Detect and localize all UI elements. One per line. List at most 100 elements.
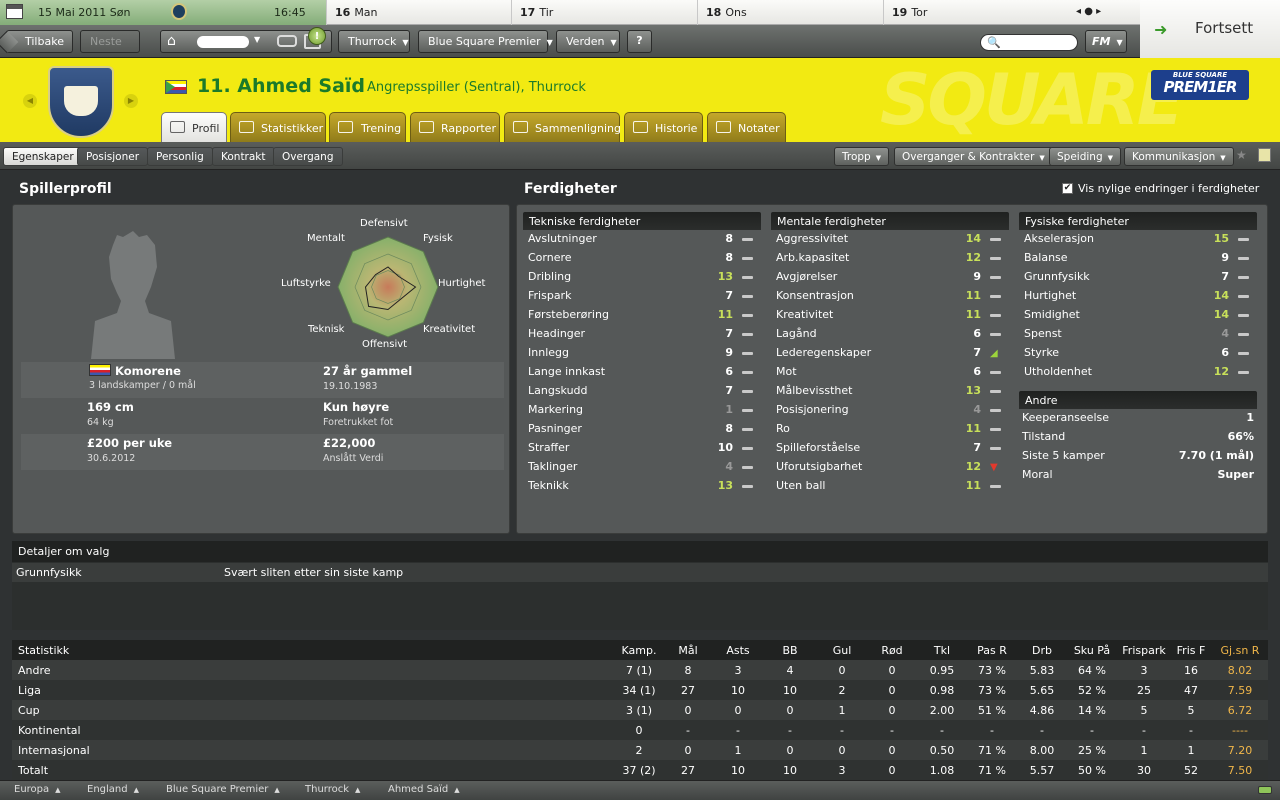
- status-indicator-icon[interactable]: [1258, 786, 1272, 794]
- home-button-group[interactable]: ⌂ ▼: [160, 30, 332, 53]
- attribute-row[interactable]: Markering 1: [523, 401, 761, 420]
- table-header-cell[interactable]: Kamp.: [612, 644, 666, 657]
- breadcrumb-item[interactable]: Ahmed Saïd ▲: [388, 784, 460, 795]
- next-button[interactable]: Neste: [80, 30, 140, 53]
- attribute-row[interactable]: Lagånd 6: [771, 325, 1009, 344]
- attribute-row[interactable]: Utholdenhet 12: [1019, 363, 1257, 382]
- attribute-row[interactable]: Ro 11: [771, 420, 1009, 439]
- table-header-cell[interactable]: Pas R: [967, 644, 1017, 657]
- tab-statistikker[interactable]: Statistikker: [230, 112, 326, 142]
- league-logo[interactable]: BLUE SQUARE PREM1ER: [1151, 70, 1249, 100]
- attribute-row[interactable]: Mot 6: [771, 363, 1009, 382]
- attribute-row[interactable]: Frispark 7: [523, 287, 761, 306]
- back-button[interactable]: Tilbake: [6, 30, 73, 53]
- fm-menu-button[interactable]: FM ▼: [1085, 30, 1127, 53]
- tab-notater[interactable]: Notater: [707, 112, 786, 142]
- communication-dropdown[interactable]: Kommunikasjon ▼: [1124, 147, 1234, 166]
- attribute-row[interactable]: Kreativitet 11: [771, 306, 1009, 325]
- table-header-cell[interactable]: Sku På: [1068, 644, 1116, 657]
- attribute-row[interactable]: Grunnfysikk 7: [1019, 268, 1257, 287]
- attribute-row[interactable]: Styrke 6: [1019, 344, 1257, 363]
- add-note-icon[interactable]: [1258, 148, 1271, 162]
- calendar-day[interactable]: 18 Ons: [697, 0, 883, 25]
- attribute-row[interactable]: Hurtighet 14: [1019, 287, 1257, 306]
- attribute-row[interactable]: Avslutninger 8: [523, 230, 761, 249]
- league-dropdown[interactable]: Blue Square Premier ▼: [418, 30, 553, 53]
- world-dropdown[interactable]: Verden ▼: [556, 30, 620, 53]
- attribute-row[interactable]: Headinger 7: [523, 325, 761, 344]
- calendar-day[interactable]: 17 Tir: [511, 0, 697, 25]
- attribute-row[interactable]: Førsteberøring 11: [523, 306, 761, 325]
- transfers-contracts-dropdown[interactable]: Overganger & Kontrakter ▼: [894, 147, 1053, 166]
- attribute-row[interactable]: Innlegg 9: [523, 344, 761, 363]
- calendar-navigation[interactable]: ◂ ● ▸: [1076, 0, 1136, 25]
- home-icon[interactable]: ⌂: [167, 33, 185, 50]
- previous-club-arrow-icon[interactable]: ◀: [23, 94, 37, 108]
- table-row[interactable]: Totalt 37 (2) 27 10 10 3 0 1.08 71 % 5.57 50 % 30 52…: [12, 760, 1268, 780]
- breadcrumb-item[interactable]: Blue Square Premier ▲: [166, 784, 280, 795]
- breadcrumb-item[interactable]: Thurrock ▲: [305, 784, 360, 795]
- attribute-row[interactable]: Aggressivitet 14: [771, 230, 1009, 249]
- attribute-row[interactable]: Teknikk 13: [523, 477, 761, 496]
- calendar-icon[interactable]: [6, 4, 23, 19]
- next-club-arrow-icon[interactable]: ▶: [124, 94, 138, 108]
- squad-dropdown[interactable]: Tropp ▼: [834, 147, 890, 166]
- table-header-cell[interactable]: Statistikk: [18, 644, 69, 657]
- attribute-row[interactable]: Smidighet 14: [1019, 306, 1257, 325]
- subtab-personlig[interactable]: Personlig: [147, 147, 213, 166]
- table-header-cell[interactable]: Fris F: [1170, 644, 1212, 657]
- club-dropdown[interactable]: Thurrock ▼: [338, 30, 410, 53]
- subtab-kontrakt[interactable]: Kontrakt: [212, 147, 275, 166]
- attribute-row[interactable]: Spilleforståelse 7: [771, 439, 1009, 458]
- attribute-row[interactable]: Cornere 8: [523, 249, 761, 268]
- attribute-row[interactable]: Uforutsigbarhet 12 ▼: [771, 458, 1009, 477]
- attribute-row[interactable]: Målbevissthet 13: [771, 382, 1009, 401]
- scouting-dropdown[interactable]: Speiding ▼: [1049, 147, 1121, 166]
- search-input[interactable]: 🔍: [980, 34, 1078, 51]
- attribute-row[interactable]: Pasninger 8: [523, 420, 761, 439]
- news-alert-icon[interactable]: !: [308, 27, 326, 45]
- attribute-row[interactable]: Taklinger 4: [523, 458, 761, 477]
- attribute-row[interactable]: Dribling 13: [523, 268, 761, 287]
- attribute-row[interactable]: Balanse 9: [1019, 249, 1257, 268]
- table-row[interactable]: Cup 3 (1) 0 0 0 1 0 2.00 51 % 4.86 14 % 5 5 6.72: [12, 700, 1268, 720]
- club-crest[interactable]: [48, 66, 114, 138]
- travel-icon[interactable]: [277, 35, 297, 47]
- attribute-row[interactable]: Langskudd 7: [523, 382, 761, 401]
- attribute-row[interactable]: Straffer 10: [523, 439, 761, 458]
- table-row[interactable]: Kontinental 0- - - - - - - - - - - ----: [12, 720, 1268, 740]
- continue-button[interactable]: ➜ Fortsett: [1140, 0, 1280, 58]
- breadcrumb-item[interactable]: England ▲: [87, 784, 139, 795]
- subtab-overgang[interactable]: Overgang: [273, 147, 343, 166]
- table-row[interactable]: Liga 34 (1) 27 10 10 2 0 0.98 73 % 5.65 52 % 25 47 7.…: [12, 680, 1268, 700]
- table-header-cell[interactable]: Rød: [872, 644, 912, 657]
- chevron-down-icon[interactable]: ▼: [254, 35, 260, 44]
- tab-profil[interactable]: Profil: [161, 112, 227, 142]
- tab-trening[interactable]: Trening: [329, 112, 406, 142]
- table-header-cell[interactable]: Drb: [1020, 644, 1064, 657]
- table-header-cell[interactable]: Asts: [718, 644, 758, 657]
- attribute-row[interactable]: Spenst 4: [1019, 325, 1257, 344]
- table-header-cell[interactable]: Gul: [822, 644, 862, 657]
- current-date-panel[interactable]: 15 Mai 2011 Søn 16:45: [0, 0, 326, 25]
- star-icon[interactable]: ★: [1236, 148, 1247, 162]
- help-button[interactable]: ?: [627, 30, 652, 53]
- calendar-day[interactable]: 19 Tor: [883, 0, 1076, 25]
- tab-rapporter[interactable]: Rapporter: [410, 112, 500, 142]
- breadcrumb-item[interactable]: Europa ▲: [14, 784, 61, 795]
- attribute-row[interactable]: Konsentrasjon 11: [771, 287, 1009, 306]
- attribute-row[interactable]: Posisjonering 4: [771, 401, 1009, 420]
- attribute-row[interactable]: Lange innkast 6: [523, 363, 761, 382]
- tab-historie[interactable]: Historie: [624, 112, 703, 142]
- table-row[interactable]: Internasjonal 2 0 1 0 0 0 0.50 71 % 8.00 25 % 1 1 7.2…: [12, 740, 1268, 760]
- subtab-egenskaper[interactable]: Egenskaper: [3, 147, 83, 166]
- table-row[interactable]: Andre 7 (1) 8 3 4 0 0 0.95 73 % 5.83 64 % 3 16 8.02: [12, 660, 1268, 680]
- attribute-row[interactable]: Lederegenskaper 7 ◢: [771, 344, 1009, 363]
- player-position-club[interactable]: Angrepsspiller (Sentral), Thurrock: [367, 80, 586, 95]
- table-header-cell[interactable]: Gj.sn R: [1218, 644, 1262, 657]
- table-header-cell[interactable]: Mål: [668, 644, 708, 657]
- attribute-row[interactable]: Avgjørelser 9: [771, 268, 1009, 287]
- show-changes-checkbox[interactable]: ✔: [1062, 183, 1073, 194]
- show-changes-label[interactable]: Vis nylige endringer i ferdigheter: [1078, 182, 1259, 195]
- table-header-cell[interactable]: BB: [770, 644, 810, 657]
